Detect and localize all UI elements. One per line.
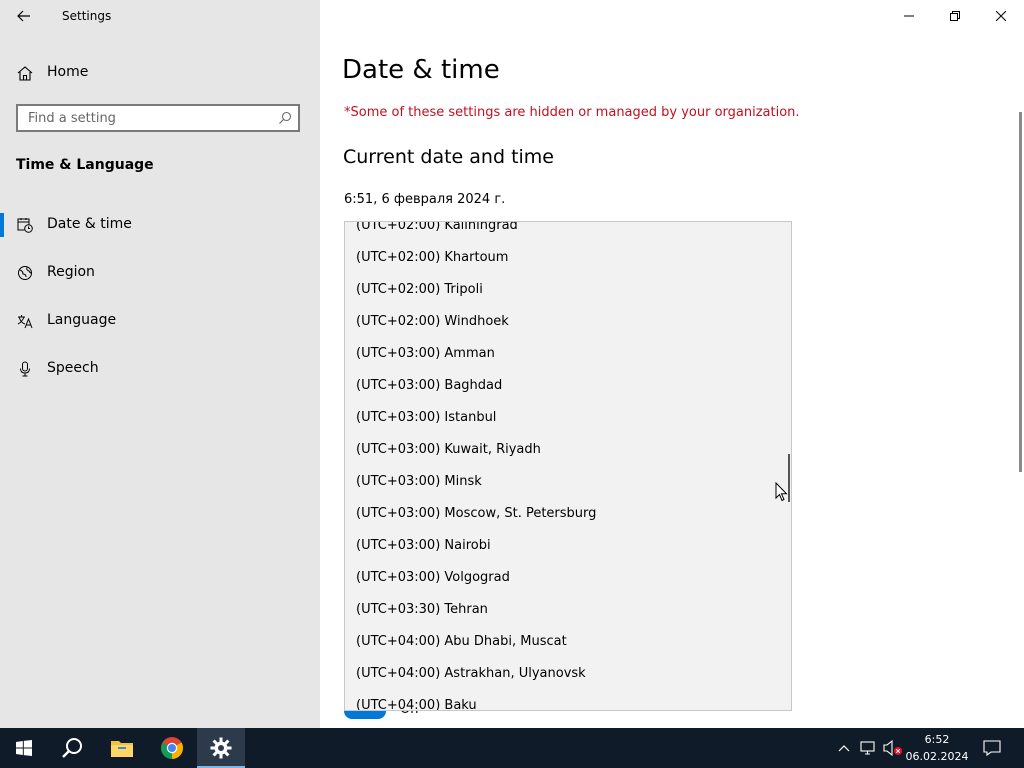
sidebar-item-label: Speech (47, 360, 99, 376)
clock-calendar-icon (17, 218, 33, 233)
minimize-icon (904, 15, 914, 17)
sidebar-item-region[interactable]: Region (0, 253, 320, 293)
back-arrow-icon (17, 10, 30, 22)
timezone-option[interactable]: (UTC+03:00) Baghdad (345, 370, 791, 402)
sidebar-item-label: Language (47, 312, 117, 328)
taskbar-clock[interactable]: 6:52 06.02.2024 (902, 728, 972, 768)
volume-button[interactable] (882, 728, 904, 768)
app-title: Settings (62, 9, 112, 23)
clock-time: 6:52 (924, 733, 950, 746)
sidebar-item-date-time[interactable]: Date & time (0, 205, 320, 245)
timezone-option[interactable]: (UTC+03:30) Tehran (345, 594, 791, 626)
restore-icon (950, 11, 960, 21)
timezone-option[interactable]: (UTC+03:00) Kuwait, Riyadh (345, 434, 791, 466)
settings-gear-icon (210, 737, 232, 759)
notification-icon (983, 740, 1001, 756)
page-title: Date & time (342, 55, 500, 85)
section-title: Time & Language (16, 157, 154, 173)
microphone-icon (20, 361, 30, 377)
timezone-option[interactable]: (UTC+03:00) Nairobi (345, 530, 791, 562)
timezone-option[interactable]: (UTC+03:00) Minsk (345, 466, 791, 498)
sidebar: Settings Home Time & Language Date & tim… (0, 0, 320, 728)
start-button[interactable] (0, 728, 48, 768)
timezone-dropdown-list[interactable]: (UTC+02:00) Kaliningrad (UTC+02:00) Khart… (344, 221, 792, 711)
file-explorer-button[interactable] (98, 728, 146, 768)
minimize-button[interactable] (886, 0, 932, 32)
sidebar-item-speech[interactable]: Speech (0, 349, 320, 389)
search-icon[interactable] (278, 111, 292, 125)
page-scrollbar[interactable] (1019, 112, 1022, 472)
taskbar-search-button[interactable] (48, 728, 96, 768)
settings-taskbar-button[interactable] (197, 728, 245, 768)
timezone-option[interactable]: (UTC+04:00) Astrakhan, Ulyanovsk (345, 658, 791, 690)
timezone-option[interactable]: (UTC+02:00) Kaliningrad (345, 222, 791, 242)
home-icon (17, 66, 33, 81)
active-indicator (0, 213, 4, 237)
start-icon (16, 740, 32, 756)
timezone-option[interactable]: (UTC+04:00) Abu Dhabi, Muscat (345, 626, 791, 658)
globe-icon (18, 266, 32, 280)
chevron-up-icon (838, 745, 850, 752)
timezone-option[interactable]: (UTC+03:00) Amman (345, 338, 791, 370)
timezone-option[interactable]: (UTC+02:00) Tripoli (345, 274, 791, 306)
search-box[interactable] (16, 104, 300, 132)
sidebar-item-label: Region (47, 264, 95, 280)
sidebar-item-language[interactable]: Language (0, 301, 320, 341)
chrome-button[interactable] (148, 728, 196, 768)
restore-button[interactable] (932, 0, 978, 32)
current-datetime: 6:51, 6 февраля 2024 г. (344, 192, 506, 207)
search-icon (62, 738, 82, 758)
back-button[interactable] (8, 0, 40, 32)
show-hidden-icons-button[interactable] (834, 728, 854, 768)
timezone-option[interactable]: (UTC+02:00) Khartoum (345, 242, 791, 274)
timezone-option[interactable]: (UTC+04:00) Baku (345, 690, 791, 710)
org-notice: *Some of these settings are hidden or ma… (344, 105, 800, 120)
network-button[interactable] (858, 728, 880, 768)
action-center-button[interactable] (976, 728, 1008, 768)
taskbar: 6:52 06.02.2024 (0, 728, 1024, 768)
sidebar-item-home[interactable]: Home (0, 57, 320, 89)
section-title: Current date and time (343, 146, 554, 168)
close-icon (996, 11, 1006, 21)
sidebar-item-label: Home (47, 64, 89, 80)
volume-muted-icon (883, 740, 902, 756)
close-button[interactable] (978, 0, 1024, 32)
timezone-options: (UTC+02:00) Kaliningrad (UTC+02:00) Khart… (345, 222, 791, 710)
timezone-option[interactable]: (UTC+03:00) Volgograd (345, 562, 791, 594)
timezone-option[interactable]: (UTC+03:00) Moscow, St. Petersburg (345, 498, 791, 530)
language-icon (17, 315, 33, 329)
mouse-cursor-icon (775, 482, 788, 502)
search-input[interactable] (18, 109, 270, 127)
timezone-option[interactable]: (UTC+03:00) Istanbul (345, 402, 791, 434)
network-icon (860, 741, 875, 755)
sidebar-item-label: Date & time (47, 216, 132, 232)
chrome-icon (161, 737, 183, 759)
clock-date: 06.02.2024 (905, 750, 969, 763)
timezone-option[interactable]: (UTC+02:00) Windhoek (345, 306, 791, 338)
file-explorer-icon (111, 741, 133, 757)
